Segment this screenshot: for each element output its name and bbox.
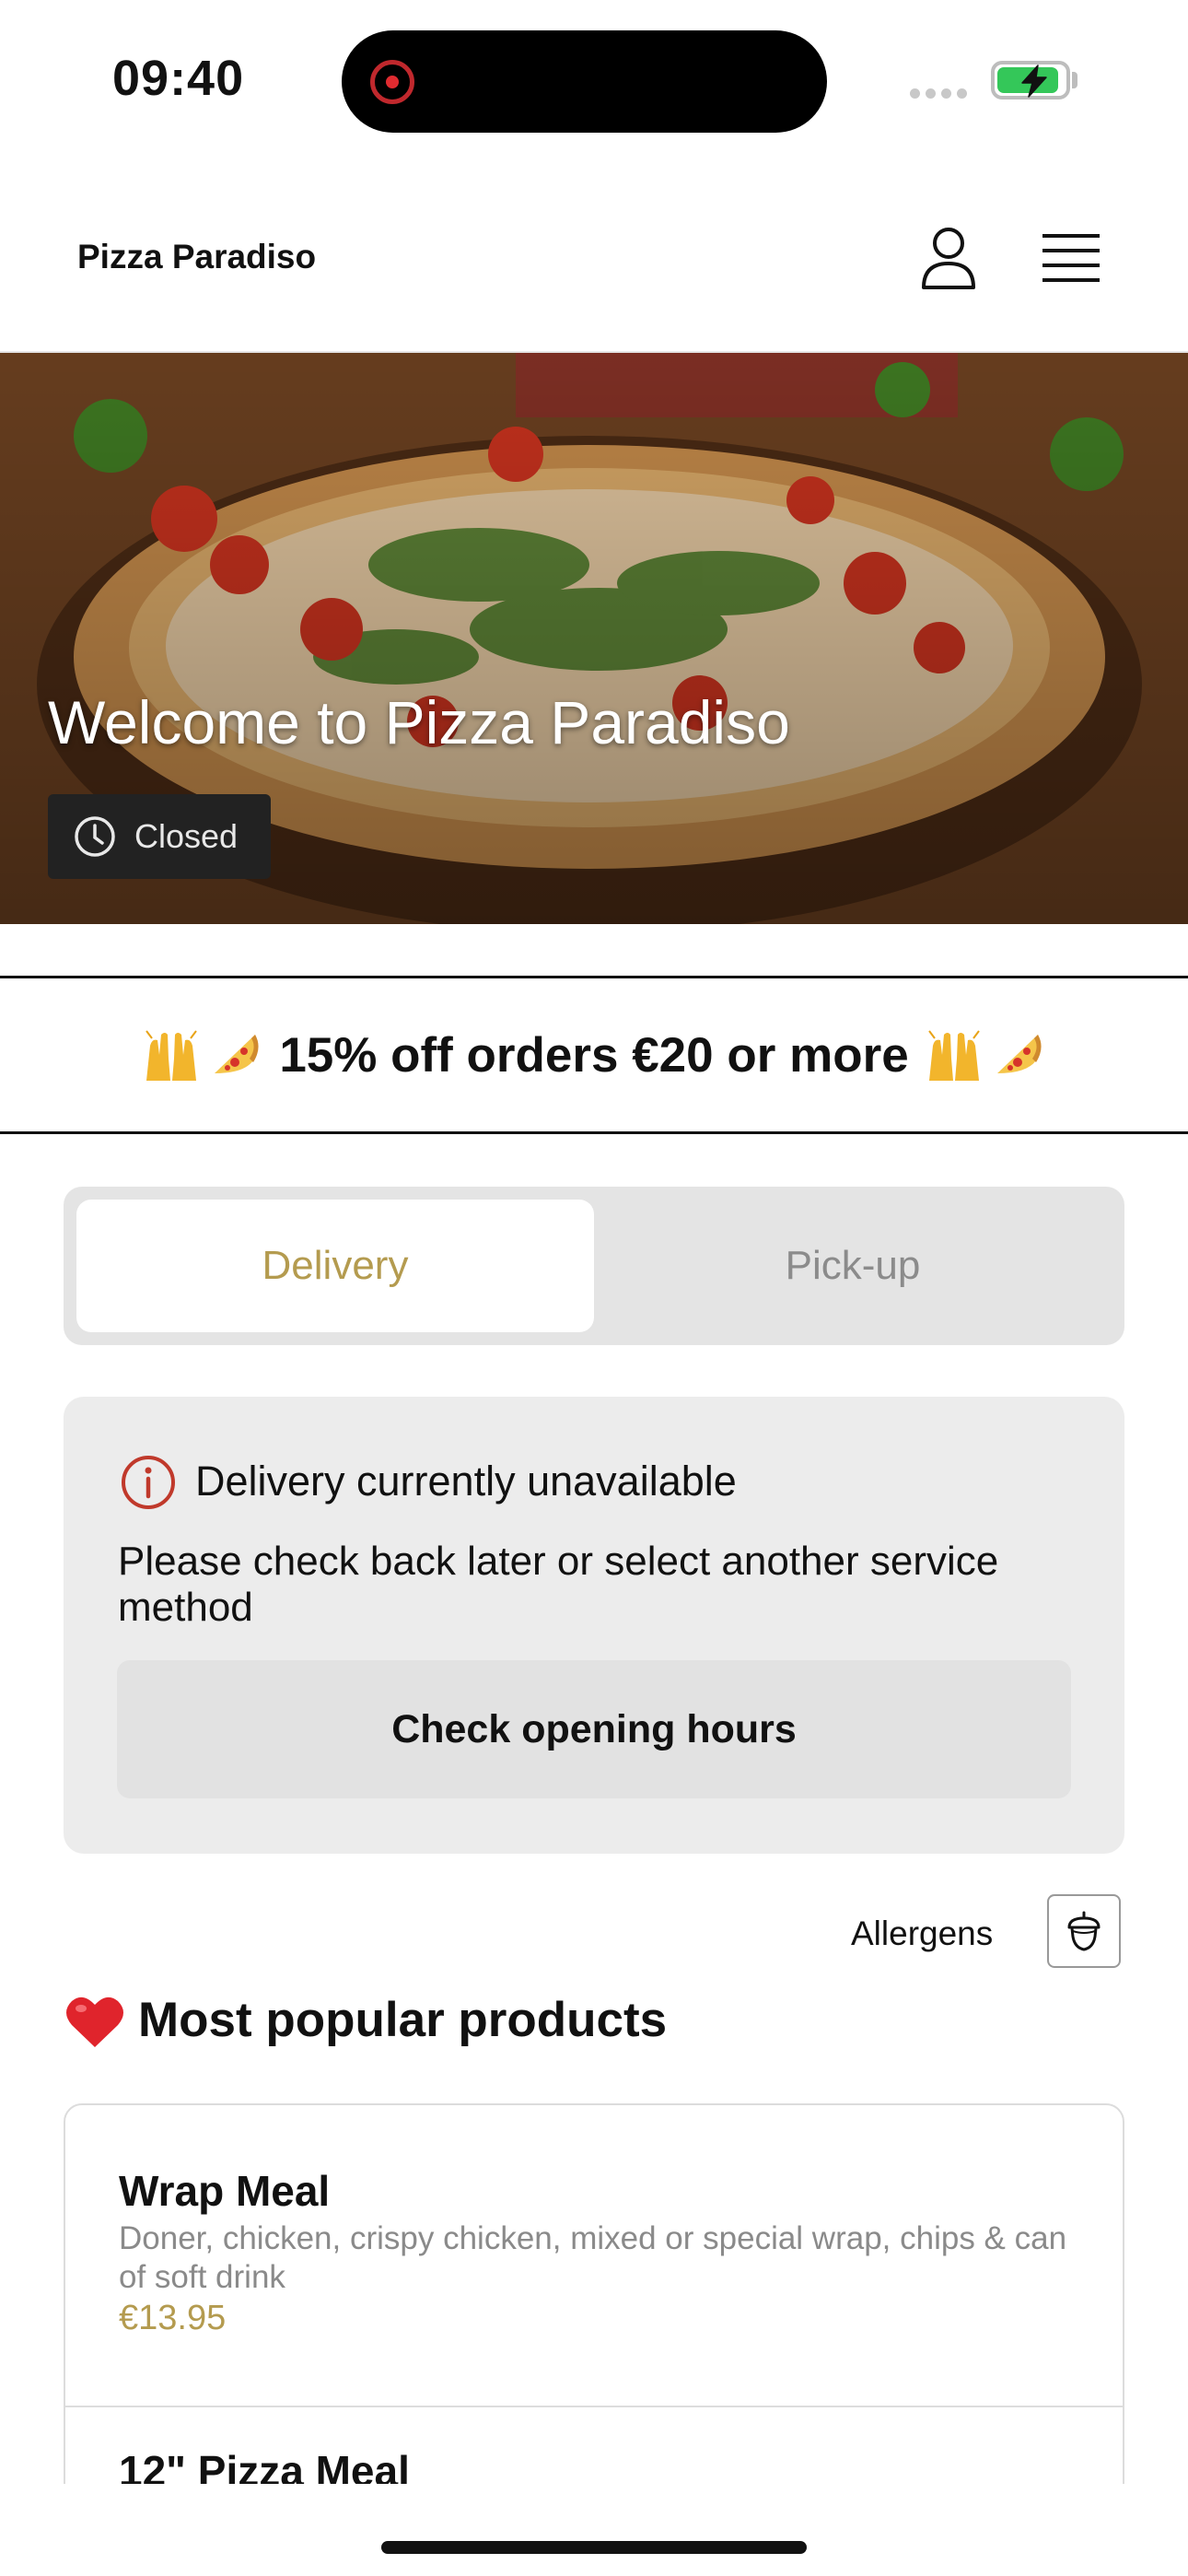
product-card[interactable]: Wrap Meal Doner, chicken, crispy chicken… xyxy=(65,2105,1123,2407)
status-time: 09:40 xyxy=(112,51,245,106)
product-description: Doner, chicken, crispy chicken, mixed or… xyxy=(119,2220,1067,2295)
allergens-button[interactable] xyxy=(1047,1894,1121,1968)
battery-charging-icon xyxy=(991,61,1070,100)
bottom-safe-area xyxy=(0,2484,1188,2576)
pizza-icon xyxy=(996,1035,1042,1073)
tab-pickup[interactable]: Pick-up xyxy=(594,1200,1112,1332)
raising-hands-icon xyxy=(927,1030,980,1081)
tab-delivery[interactable]: Delivery xyxy=(76,1200,594,1332)
battery-cap xyxy=(1072,72,1077,88)
notice-text: Please check back later or select anothe… xyxy=(118,1539,999,1630)
screen-recording-icon xyxy=(370,60,414,104)
status-badge: Closed xyxy=(48,794,271,879)
service-method-selector: Delivery Pick-up xyxy=(64,1187,1124,1345)
menu-icon[interactable] xyxy=(1041,232,1101,284)
notice-title: Delivery currently unavailable xyxy=(195,1458,737,1505)
promo-divider-bottom xyxy=(0,1131,1188,1134)
info-icon xyxy=(122,1456,175,1509)
bolt-icon xyxy=(1021,64,1047,98)
section-title: Most popular products xyxy=(138,1993,668,2047)
user-icon[interactable] xyxy=(919,225,978,291)
heart-icon xyxy=(66,1996,123,2047)
signal-icon xyxy=(910,87,973,103)
brand-name[interactable]: Pizza Paradiso xyxy=(77,238,316,276)
hero-title: Welcome to Pizza Paradiso xyxy=(48,688,790,756)
product-price: €13.95 xyxy=(119,2299,227,2337)
acorn-icon xyxy=(1067,1911,1101,1951)
home-indicator[interactable] xyxy=(381,2541,807,2554)
allergens-label[interactable]: Allergens xyxy=(851,1914,993,1953)
clock-icon xyxy=(75,816,115,857)
pizza-icon xyxy=(215,1035,259,1073)
promo-banner: 15% off orders €20 or more xyxy=(0,978,1188,1131)
raising-hands-icon xyxy=(146,1030,198,1081)
dynamic-island xyxy=(342,30,827,133)
check-opening-hours-button[interactable]: Check opening hours xyxy=(117,1660,1071,1798)
product-name: Wrap Meal xyxy=(119,2167,331,2215)
promo-text: 15% off orders €20 or more xyxy=(279,1027,909,1083)
status-label: Closed xyxy=(134,817,239,855)
